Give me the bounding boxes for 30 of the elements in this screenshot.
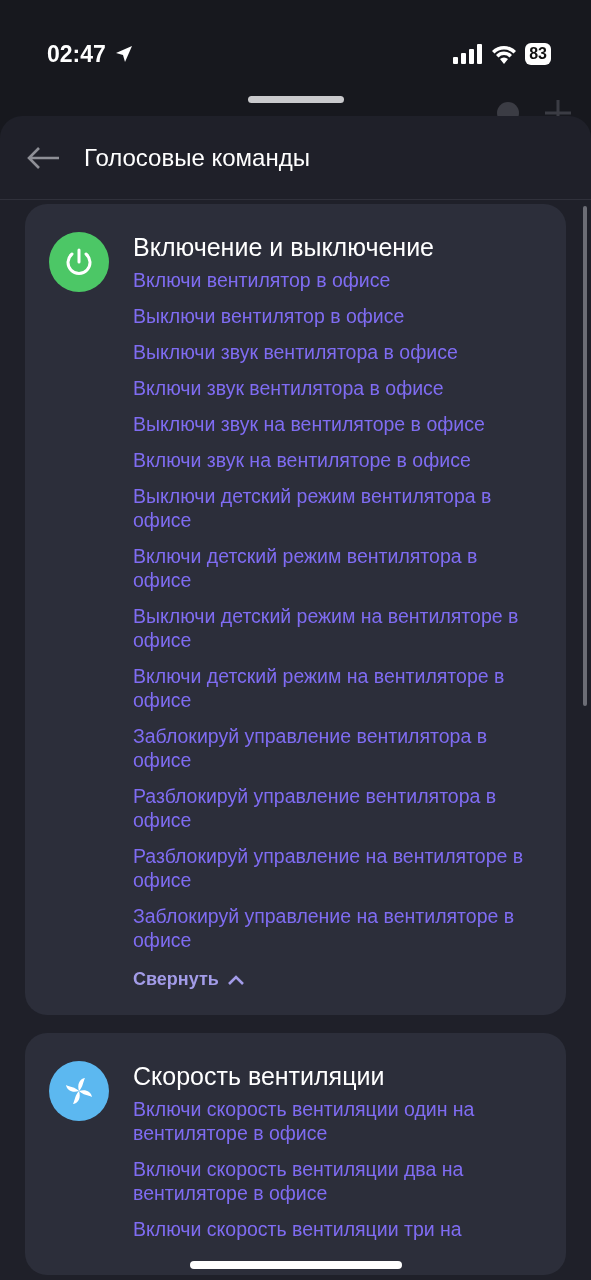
voice-command-link[interactable]: Включи звук вентилятора в офисе (133, 376, 532, 400)
voice-command-link[interactable]: Выключи детский режим на вентиляторе в офисе (133, 604, 532, 652)
voice-command-link[interactable]: Включи детский режим на вентиляторе в офисе (133, 664, 532, 712)
voice-command-link[interactable]: Включи скорость вентиляции один на вентиляторе в офисе (133, 1097, 532, 1145)
voice-command-link[interactable]: Разблокируй управление вентилятора в офисе (133, 784, 532, 832)
voice-command-link[interactable]: Выключи детский режим вентилятора в офисе (133, 484, 532, 532)
chevron-icon (226, 973, 245, 986)
voice-command-link[interactable]: Заблокируй управление вентилятора в офисе (133, 724, 532, 772)
voice-command-link[interactable]: Включи скорость вентиляции три на (133, 1217, 532, 1241)
power-icon (49, 232, 109, 292)
back-button[interactable] (26, 145, 60, 170)
sheet-title: Голосовые команды (84, 142, 310, 173)
battery-icon: 83 (525, 43, 551, 65)
voice-command-link[interactable]: Разблокируй управление на вентиляторе в офисе (133, 844, 532, 892)
section-title: Скорость вентиляции (133, 1061, 386, 1091)
voice-command-link[interactable]: Включи детский режим вентилятора в офисе (133, 544, 532, 592)
voice-command-link[interactable]: Выключи вентилятор в офисе (133, 304, 532, 328)
collapse-button[interactable]: Свернуть (133, 966, 245, 993)
fan-icon (49, 1061, 109, 1121)
voice-command-link[interactable]: Включи скорость вентиляции два на вентиляторе в офисе (133, 1157, 532, 1205)
voice-command-link[interactable]: Заблокируй управление на вентиляторе в офисе (133, 904, 532, 952)
sheet-handle[interactable] (248, 96, 344, 103)
voice-command-link[interactable]: Выключи звук на вентиляторе в офисе (133, 412, 532, 436)
voice-command-link[interactable]: Выключи звук вентилятора в офисе (133, 340, 532, 364)
wifi-icon (491, 44, 518, 64)
signal-icon (453, 44, 484, 64)
clock: 02:47 (47, 39, 106, 69)
voice-command-link[interactable]: Включи звук на вентиляторе в офисе (133, 448, 532, 472)
section-title: Включение и выключение (133, 232, 435, 262)
voice-command-link[interactable]: Включи вентилятор в офисе (133, 268, 532, 292)
